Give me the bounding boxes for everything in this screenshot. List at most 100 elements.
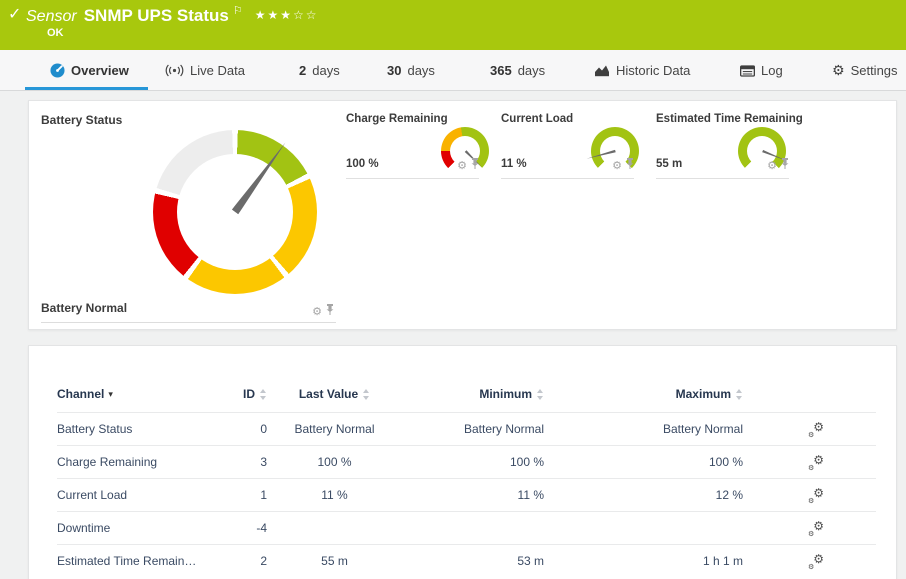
gear-icon: ⚙ [808,563,814,571]
charge-remaining-gauge-cell: Charge Remaining 100 % ⚙ [346,111,479,179]
tab-number: 2 [299,63,306,78]
last-value: 11 % [267,488,402,502]
gauge-title: Estimated Time Remaining [656,113,803,125]
priority-stars[interactable]: ★★★☆☆ [255,8,319,22]
column-header-id[interactable]: ID [217,387,267,401]
channel-id: 2 [217,554,267,568]
channel-name: Downtime [57,521,217,535]
active-tab-underline [25,87,148,90]
table-row[interactable]: Downtime -4 ⚙⚙ [57,511,876,544]
tab-label: Log [761,63,783,78]
current-load-gauge-cell: Current Load 11 % ⚙ [501,111,634,179]
gauge-value: Battery Normal [41,301,127,315]
tab-label: Settings [851,63,898,78]
channel-settings-icon[interactable]: ⚙⚙ [808,488,824,503]
channels-panel: Channel ▾ ID Last Value Minimum Maximum [28,345,897,579]
tab-2-days[interactable]: 2 days [299,50,340,91]
last-value: Battery Normal [267,422,402,436]
pin-icon[interactable] [781,156,789,174]
gear-icon: ⚙ [813,486,824,500]
gauge-gear-icon[interactable]: ⚙ [312,306,322,317]
gear-icon: ⚙ [813,453,824,467]
battery-status-gauge [153,130,317,294]
gauge-value: 55 m [656,158,682,170]
tab-number: 365 [490,63,512,78]
gauge-title: Charge Remaining [346,113,448,125]
channel-name: Battery Status [57,422,217,436]
gauge-value: 100 % [346,158,379,170]
gauge-value: 11 % [501,158,527,170]
gauge-icon [50,63,65,78]
channel-id: 3 [217,455,267,469]
column-header-maximum[interactable]: Maximum [544,387,743,401]
last-value: 100 % [267,455,402,469]
sort-icon [735,389,743,400]
tab-label: days [407,63,434,78]
maximum-value: 100 % [544,455,743,469]
table-row[interactable]: Charge Remaining 3 100 % 100 % 100 % ⚙⚙ [57,445,876,478]
channel-name: Current Load [57,488,217,502]
channel-settings-icon[interactable]: ⚙⚙ [808,455,824,470]
channel-id: -4 [217,521,267,535]
live-signal-icon [165,64,184,77]
minimum-value: 100 % [402,455,544,469]
channel-settings-icon[interactable]: ⚙⚙ [808,554,824,569]
tab-overview[interactable]: Overview [50,50,129,91]
tab-label: Overview [71,63,129,78]
log-list-icon [740,65,755,77]
status-badge: OK [47,27,64,39]
gauge-gear-icon[interactable]: ⚙ [457,160,467,171]
column-label: Minimum [479,387,532,401]
maximum-value: 1 h 1 m [544,554,743,568]
channels-table: Channel ▾ ID Last Value Minimum Maximum [57,376,876,577]
gear-icon: ⚙ [808,530,814,538]
gauge-title: Current Load [501,113,573,125]
minimum-value: 53 m [402,554,544,568]
minimum-value: 11 % [402,488,544,502]
channel-settings-icon[interactable]: ⚙⚙ [808,422,824,437]
object-kind-label: Sensor [26,8,77,25]
gauge-gear-icon[interactable]: ⚙ [767,160,777,171]
sort-icon [536,389,544,400]
channel-name: Estimated Time Remain… [57,554,217,568]
sort-icon [259,389,267,400]
column-header-minimum[interactable]: Minimum [402,387,544,401]
chart-icon [594,64,610,77]
tab-365-days[interactable]: 365 days [490,50,545,91]
table-row[interactable]: Battery Status 0 Battery Normal Battery … [57,412,876,445]
table-header-row: Channel ▾ ID Last Value Minimum Maximum [57,376,876,412]
flag-icon[interactable]: ⚐ [233,5,243,17]
channel-id: 0 [217,422,267,436]
tab-settings[interactable]: ⚙ Settings [832,50,898,91]
gauge-title: Battery Status [41,113,122,127]
gauge-gear-icon[interactable]: ⚙ [612,160,622,171]
channel-name: Charge Remaining [57,455,217,469]
tab-live-data[interactable]: Live Data [165,50,245,91]
channel-id: 1 [217,488,267,502]
tab-bar: Overview Live Data 2 days 30 days 365 da… [0,50,906,91]
gear-icon: ⚙ [813,519,824,533]
tab-number: 30 [387,63,401,78]
table-row[interactable]: Current Load 1 11 % 11 % 12 % ⚙⚙ [57,478,876,511]
status-ok-check-icon: ✓ [8,4,21,24]
maximum-value: Battery Normal [544,422,743,436]
pin-icon[interactable] [471,156,479,174]
column-header-last-value[interactable]: Last Value [267,387,402,401]
gear-icon: ⚙ [813,552,824,566]
sort-icon [362,389,370,400]
tab-30-days[interactable]: 30 days [387,50,435,91]
pin-icon[interactable] [626,156,634,174]
column-label: Channel [57,387,104,401]
pin-icon[interactable] [326,302,334,320]
minimum-value: Battery Normal [402,422,544,436]
tab-historic-data[interactable]: Historic Data [594,50,690,91]
column-header-channel[interactable]: Channel ▾ [57,387,113,401]
gear-icon: ⚙ [808,464,814,472]
gear-icon: ⚙ [808,497,814,505]
channel-settings-icon[interactable]: ⚙⚙ [808,521,824,536]
table-row[interactable]: Estimated Time Remain… 2 55 m 53 m 1 h 1… [57,544,876,577]
gauges-panel: Battery Status Battery Normal ⚙ Charge R… [28,100,897,330]
sort-desc-icon: ▾ [108,389,113,400]
tab-log[interactable]: Log [740,50,783,91]
gear-icon: ⚙ [832,63,845,79]
